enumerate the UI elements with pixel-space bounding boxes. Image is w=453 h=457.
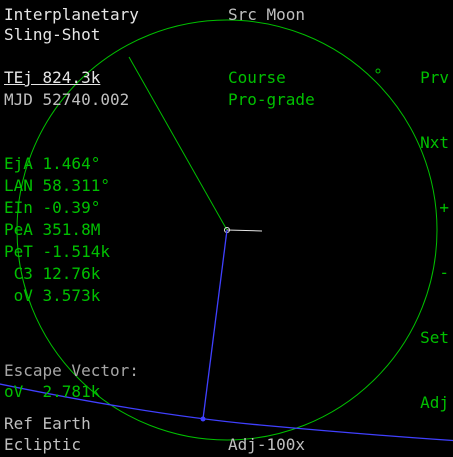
escape-vector-label: Escape Vector: (4, 361, 139, 380)
minus-button[interactable]: - (439, 263, 449, 283)
param-pea: PeA 351.8M (4, 220, 101, 239)
orbit-marker (375, 68, 381, 74)
param-ov: oV 3.573k (4, 286, 101, 305)
ejection-line (128, 56, 228, 231)
nxt-button[interactable]: Nxt (420, 133, 449, 153)
adjust-step: Adj-100x (228, 435, 306, 454)
escape-vector-value: oV 2.781k (4, 382, 101, 401)
adj-button[interactable]: Adj (420, 393, 449, 413)
reference-frame: Ecliptic (4, 435, 82, 454)
mfd-display: Interplanetary Sling-Shot Src Moon TEj 8… (0, 0, 453, 457)
plus-button[interactable]: + (439, 198, 449, 218)
intercept-marker (200, 416, 206, 422)
param-pet: PeT -1.514k (4, 242, 110, 261)
title-line2: Sling-Shot (4, 25, 101, 44)
mjd-value: MJD 52740.002 (4, 90, 130, 109)
escape-vector-line (202, 229, 228, 420)
course-label: Course (228, 68, 286, 87)
title-line1: Interplanetary (4, 5, 139, 24)
tej-value: TEj 824.3k (4, 68, 101, 87)
source-label: Src Moon (228, 5, 306, 24)
param-eja: EjA 1.464° (4, 154, 101, 173)
reference-body: Ref Earth (4, 414, 91, 433)
param-lan: LAN 58.311° (4, 176, 110, 195)
set-button[interactable]: Set (420, 328, 449, 348)
course-mode: Pro-grade (228, 90, 315, 109)
prv-button[interactable]: Prv (420, 68, 449, 88)
param-c3: C3 12.76k (4, 264, 101, 283)
param-ein: EIn -0.39° (4, 198, 101, 217)
velocity-tick (226, 229, 263, 232)
